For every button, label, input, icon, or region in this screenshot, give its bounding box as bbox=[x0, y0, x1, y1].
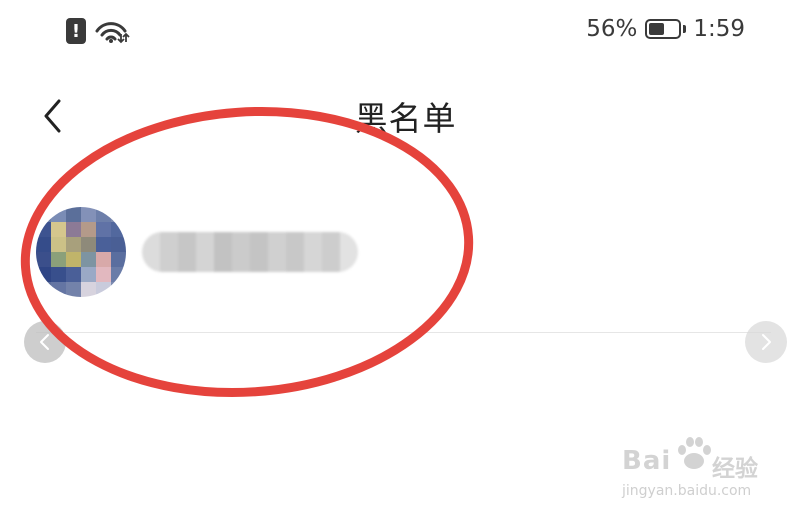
chevron-left-icon bbox=[40, 334, 49, 350]
watermark-brand: Bai bbox=[622, 446, 672, 476]
carousel-prev-button[interactable] bbox=[24, 321, 66, 363]
chevron-right-icon bbox=[762, 334, 771, 350]
status-bar-right: 56% 1:59 bbox=[586, 16, 745, 42]
obscured-name bbox=[142, 232, 358, 272]
screen: ! 56% 1:59 黑名单 Bai 经验 jingyan.baidu.com bbox=[0, 0, 811, 521]
list-divider bbox=[36, 332, 771, 333]
page-title: 黑名单 bbox=[354, 99, 457, 138]
watermark: Bai 经验 jingyan.baidu.com bbox=[620, 437, 800, 508]
paw-icon bbox=[678, 437, 711, 469]
status-bar-left: ! bbox=[66, 18, 130, 44]
avatar[interactable] bbox=[36, 207, 126, 297]
wifi-icon bbox=[94, 18, 130, 44]
battery-icon bbox=[645, 19, 687, 39]
carousel-next-button[interactable] bbox=[745, 321, 787, 363]
battery-fill bbox=[649, 23, 665, 35]
status-time: 1:59 bbox=[693, 16, 745, 42]
battery-percentage: 56% bbox=[586, 16, 638, 42]
blacklist-item[interactable] bbox=[36, 202, 776, 302]
watermark-url: jingyan.baidu.com bbox=[622, 483, 752, 499]
alert-icon: ! bbox=[66, 18, 86, 44]
watermark-suffix: 经验 bbox=[712, 456, 758, 482]
